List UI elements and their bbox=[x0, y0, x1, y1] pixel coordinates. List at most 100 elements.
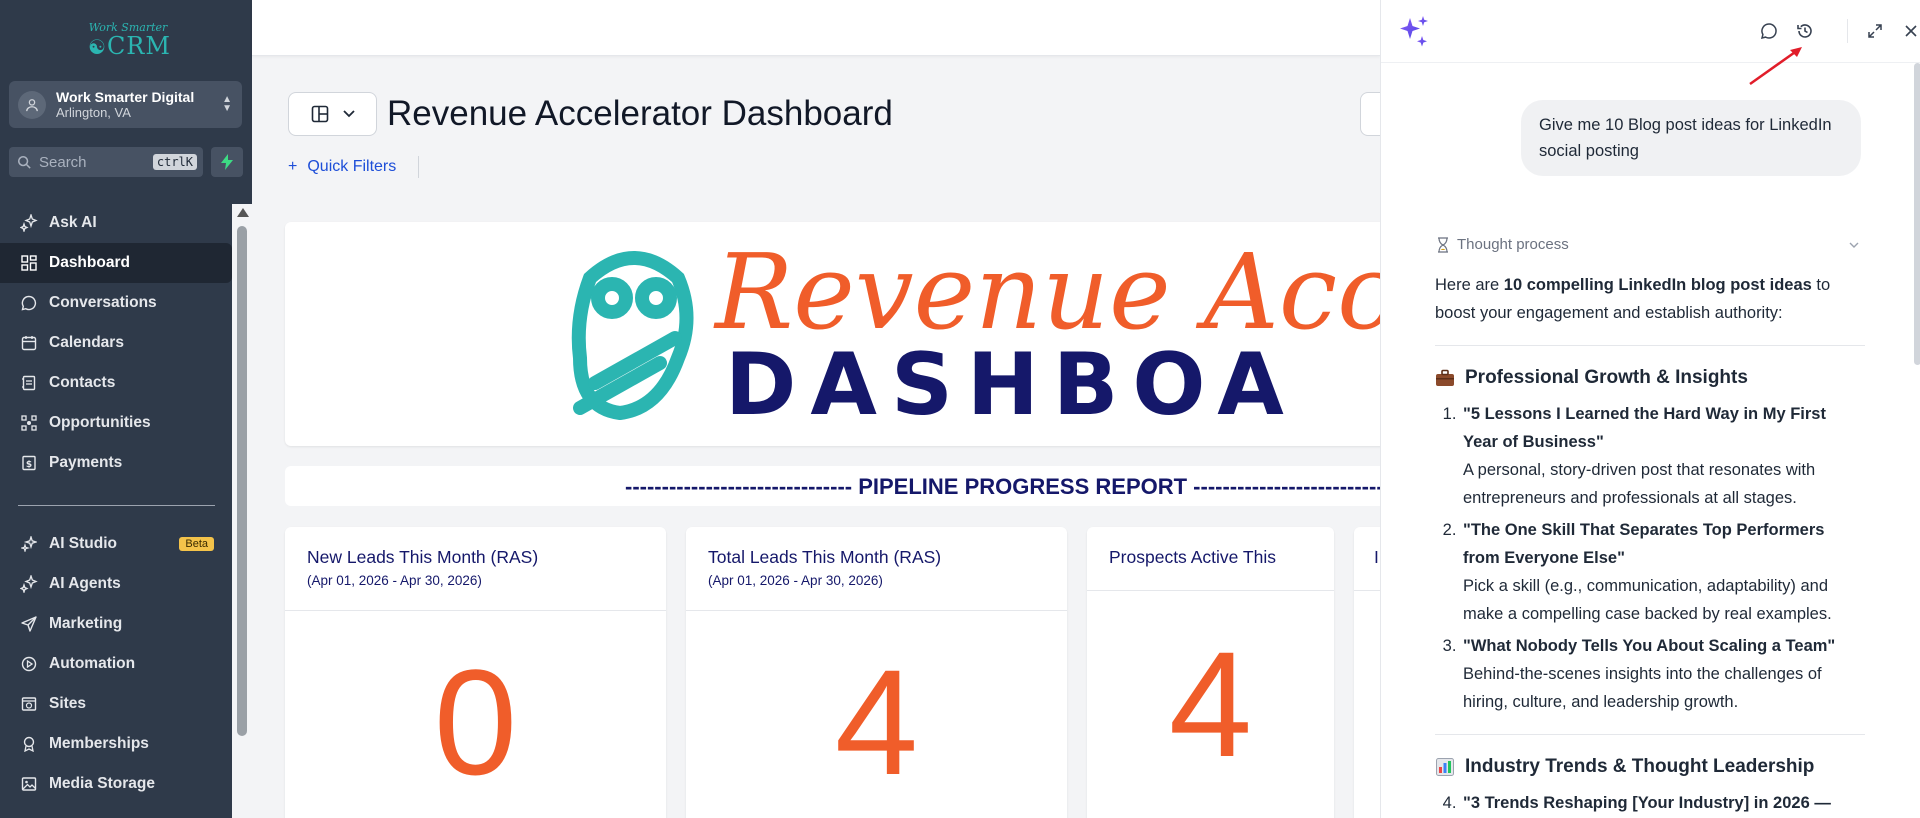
kpi-card-total-leads[interactable]: Total Leads This Month (RAS) (Apr 01, 20… bbox=[686, 527, 1067, 818]
card-date-range: (Apr 01, 2026 - Apr 30, 2026) bbox=[708, 573, 883, 588]
nav-label: Opportunities bbox=[49, 414, 151, 431]
ai-studio-icon bbox=[18, 533, 40, 555]
close-button[interactable] bbox=[1900, 20, 1920, 42]
chevron-down-icon bbox=[342, 110, 355, 118]
nav-item-calendars[interactable]: Calendars bbox=[0, 323, 232, 363]
account-location: Arlington, VA bbox=[56, 104, 131, 120]
top-bar bbox=[252, 0, 1380, 56]
quick-filters-label: Quick Filters bbox=[307, 158, 397, 175]
list-item: "The One Skill That Separates Top Perfor… bbox=[1461, 516, 1865, 628]
quick-action-button[interactable] bbox=[211, 147, 243, 177]
nav-item-conversations[interactable]: Conversations bbox=[0, 283, 232, 323]
sparkle-icon bbox=[18, 212, 40, 234]
ideas-list: "3 Trends Reshaping [Your Industry] in 2… bbox=[1435, 789, 1865, 817]
hourglass-icon bbox=[1438, 236, 1448, 253]
kpi-card-prospects-active[interactable]: Prospects Active This 4 bbox=[1087, 527, 1334, 818]
nav-label: Dashboard bbox=[49, 254, 130, 271]
kpi-card-new-leads[interactable]: New Leads This Month (RAS) (Apr 01, 2026… bbox=[285, 527, 666, 818]
nav-label: Ask AI bbox=[49, 214, 97, 231]
panel-scrollbar[interactable] bbox=[1914, 63, 1920, 818]
new-chat-button[interactable] bbox=[1758, 20, 1780, 42]
award-icon bbox=[18, 733, 40, 755]
chat-icon bbox=[18, 292, 40, 314]
bar-chart-icon bbox=[1435, 758, 1455, 776]
nav-item-memberships[interactable]: Memberships bbox=[0, 724, 232, 764]
account-name: Work Smarter Digital bbox=[56, 88, 195, 105]
grid-icon bbox=[18, 252, 40, 274]
brand-logo[interactable]: Work Smarter ☯CRM bbox=[88, 22, 171, 60]
nav-label: Calendars bbox=[49, 334, 124, 351]
history-button[interactable] bbox=[1794, 20, 1816, 42]
ai-intro: Here are 10 compelling LinkedIn blog pos… bbox=[1435, 276, 1831, 322]
nav-item-dashboard[interactable]: Dashboard bbox=[0, 243, 232, 283]
history-icon bbox=[1797, 24, 1812, 38]
card-value: 0 bbox=[433, 638, 518, 806]
nav-item-media-storage[interactable]: Media Storage bbox=[0, 764, 232, 804]
search-input[interactable]: Search ctrlK bbox=[9, 147, 203, 177]
card-value: 4 bbox=[834, 638, 919, 806]
nav-item-ask-ai[interactable]: Ask AI bbox=[0, 203, 232, 243]
nav-item-sites[interactable]: Sites bbox=[0, 684, 232, 724]
pipeline-title: ------------------------------- PIPELINE… bbox=[625, 474, 1405, 499]
annotation-arrow-icon bbox=[1749, 47, 1802, 86]
nav-item-automation[interactable]: Automation bbox=[0, 644, 232, 684]
page-title: Revenue Accelerator Dashboard bbox=[387, 94, 893, 133]
nav-label: Sites bbox=[49, 695, 87, 712]
chevron-down-icon bbox=[1849, 242, 1859, 248]
card-title: Prospects Active This bbox=[1109, 547, 1276, 567]
nav-label: Payments bbox=[49, 454, 123, 471]
bolt-icon bbox=[221, 154, 233, 170]
close-icon bbox=[1905, 25, 1917, 37]
search-placeholder: Search bbox=[39, 153, 87, 171]
account-switcher[interactable]: Work Smarter Digital Arlington, VA ▲ ▼ bbox=[9, 81, 242, 128]
nav-label: Contacts bbox=[49, 374, 116, 391]
quick-filters-button[interactable]: + Quick Filters bbox=[288, 156, 419, 178]
nav-item-opportunities[interactable]: Opportunities bbox=[0, 403, 232, 443]
nav-label: AI Studio bbox=[49, 535, 118, 552]
list-item: "5 Lessons I Learned the Hard Way in My … bbox=[1461, 400, 1865, 512]
logo-line2: ☯CRM bbox=[88, 32, 171, 60]
main-nav: Ask AI Dashboard Conversations Calendars… bbox=[0, 203, 232, 483]
panel-header bbox=[1381, 0, 1920, 63]
card-title: Total Leads This Month (RAS) bbox=[708, 547, 942, 567]
card-value: 4 bbox=[1168, 620, 1253, 788]
pipeline-header: ------------------------------- PIPELINE… bbox=[285, 466, 1405, 506]
search-shortcut: ctrlK bbox=[152, 154, 197, 170]
thought-process-label: Thought process bbox=[1457, 236, 1569, 253]
calendar-icon bbox=[18, 332, 40, 354]
ai-sparkle-icon bbox=[1400, 16, 1428, 47]
briefcase-icon bbox=[1435, 369, 1455, 387]
section-heading: Professional Growth & Insights bbox=[1435, 362, 1865, 394]
sites-icon bbox=[18, 693, 40, 715]
nav-label: Media Storage bbox=[49, 775, 155, 792]
ideas-list: "5 Lessons I Learned the Hard Way in My … bbox=[1435, 400, 1865, 716]
scroll-thumb[interactable] bbox=[1914, 63, 1920, 365]
section-divider bbox=[1435, 734, 1865, 735]
nav-label: Marketing bbox=[49, 615, 123, 632]
nav-item-ai-studio[interactable]: AI Studio Beta bbox=[0, 524, 232, 564]
nav-label: Memberships bbox=[49, 735, 149, 752]
nav-item-contacts[interactable]: Contacts bbox=[0, 363, 232, 403]
image-icon bbox=[18, 773, 40, 795]
nav-item-payments[interactable]: $ Payments bbox=[0, 443, 232, 483]
banner-subtitle: DASHBOA bbox=[725, 335, 1298, 435]
svg-text:$: $ bbox=[26, 460, 32, 470]
sidebar-scrollbar[interactable] bbox=[232, 204, 252, 818]
header-divider bbox=[1847, 19, 1848, 43]
scroll-up-icon[interactable] bbox=[237, 208, 249, 217]
dashboard-banner: Revenue Acceler DASHBOA bbox=[285, 222, 1405, 446]
sparkle-icon bbox=[18, 573, 40, 595]
section-divider bbox=[1435, 345, 1865, 346]
nav-divider bbox=[18, 505, 215, 506]
scroll-thumb[interactable] bbox=[237, 226, 247, 736]
nav-item-marketing[interactable]: Marketing bbox=[0, 604, 232, 644]
chevron-updown-icon: ▲ ▼ bbox=[222, 94, 232, 114]
layout-switcher-button[interactable] bbox=[288, 92, 377, 136]
expand-button[interactable] bbox=[1864, 20, 1886, 42]
automation-icon bbox=[18, 653, 40, 675]
thought-process-toggle[interactable]: Thought process bbox=[1437, 236, 1859, 253]
nav-item-ai-agents[interactable]: AI Agents bbox=[0, 564, 232, 604]
expand-icon bbox=[1868, 24, 1882, 38]
divider bbox=[418, 156, 419, 178]
ai-response: Here are 10 compelling LinkedIn blog pos… bbox=[1435, 271, 1865, 818]
